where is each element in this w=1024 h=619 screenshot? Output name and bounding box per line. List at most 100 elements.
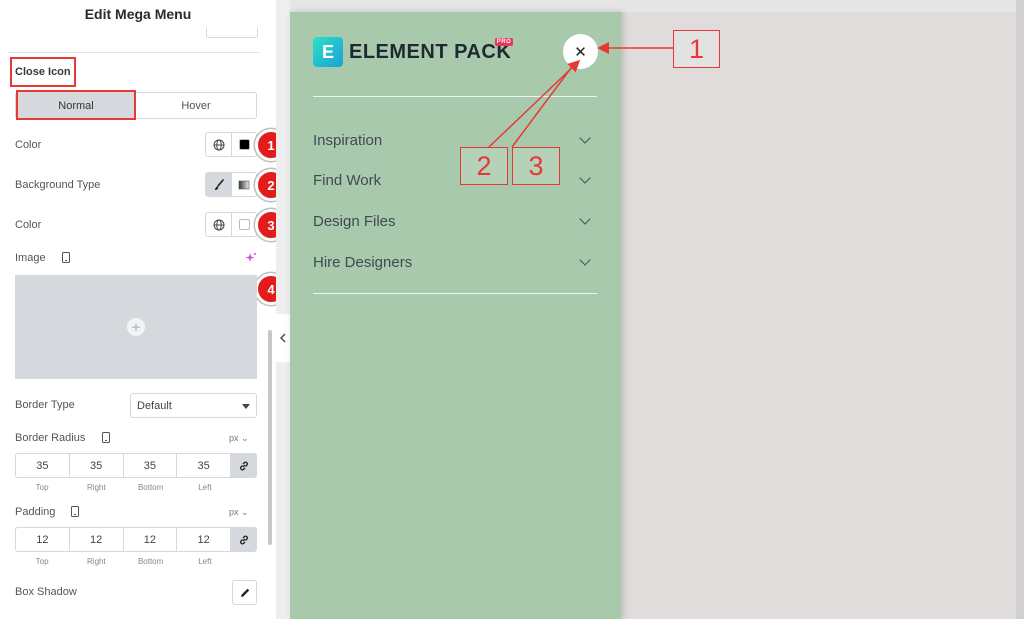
link-icon — [239, 535, 248, 544]
box-shadow-edit-button[interactable] — [232, 580, 257, 605]
image-label: Image — [15, 252, 46, 264]
annotation-box-3: 3 — [512, 147, 560, 185]
side-label-bottom: Bottom — [137, 483, 164, 492]
menu-item-hire-designers[interactable]: Hire Designers — [313, 250, 597, 274]
color-swatch-white — [238, 219, 250, 230]
state-tabs: Normal Hover — [15, 92, 257, 119]
color-control — [205, 132, 257, 157]
padding-inputs: 12 12 12 12 — [15, 527, 257, 552]
responsive-device-icon[interactable] — [70, 506, 80, 517]
canvas-gutter — [276, 0, 290, 619]
side-label-top: Top — [35, 557, 49, 566]
padding-unit-select[interactable]: px ⌄ — [229, 507, 249, 518]
menu-divider-top — [313, 96, 597, 97]
menu-item-label: Hire Designers — [313, 253, 413, 271]
canvas-scrollbar[interactable] — [1016, 0, 1024, 619]
border-radius-inputs: 35 35 35 35 — [15, 453, 257, 478]
logo-text: ELEMENT PACK — [349, 40, 512, 63]
section-heading-label: Close Icon — [15, 66, 71, 78]
tab-hover[interactable]: Hover — [136, 93, 256, 118]
padding-right-input[interactable]: 12 — [70, 528, 124, 551]
logo-wordmark: ELEMENT PACK PRO — [349, 37, 514, 64]
side-label-right: Right — [87, 557, 106, 566]
collapse-panel-button[interactable] — [276, 314, 290, 362]
close-button[interactable]: ✕ — [563, 34, 598, 69]
gradient-icon — [238, 180, 250, 189]
padding-side-labels: Top Right Bottom Left — [15, 557, 257, 566]
side-label-right: Right — [87, 483, 106, 492]
panel-title: Edit Mega Menu — [84, 6, 192, 22]
close-icon: ✕ — [574, 43, 587, 61]
canvas-top-bar — [276, 0, 1024, 12]
globe-icon — [213, 219, 224, 230]
icon-color-swatch-button[interactable] — [231, 133, 256, 156]
pencil-icon — [240, 588, 249, 597]
bg-type-gradient-button[interactable] — [231, 173, 256, 196]
menu-divider-bottom — [313, 293, 597, 294]
border-radius-unit-select[interactable]: px ⌄ — [229, 433, 249, 444]
page-canvas — [620, 12, 1024, 619]
brush-icon — [214, 178, 224, 190]
annotation-box-2: 2 — [460, 147, 508, 185]
border-type-label: Border Type — [15, 399, 75, 411]
side-label-left: Left — [198, 557, 212, 566]
responsive-device-icon[interactable] — [61, 252, 71, 263]
pro-badge: PRO — [494, 37, 514, 46]
background-type-control — [205, 172, 257, 197]
padding-label: Padding — [15, 506, 56, 518]
border-radius-right-input[interactable]: 35 — [70, 454, 124, 477]
color-label: Color — [15, 139, 42, 151]
mega-menu-offcanvas: E ELEMENT PACK PRO ✕ Inspiration Find Wo… — [290, 12, 621, 619]
background-type-label: Background Type — [15, 179, 101, 191]
ai-sparkle-icon[interactable] — [245, 252, 257, 264]
border-radius-label: Border Radius — [15, 432, 86, 444]
chevron-left-icon — [280, 333, 286, 343]
side-label-bottom: Bottom — [137, 557, 164, 566]
bg-color-swatch-button[interactable] — [231, 213, 256, 236]
annotation-box-1: 1 — [673, 30, 720, 68]
padding-unit: px — [229, 507, 239, 517]
side-label-top: Top — [35, 483, 49, 492]
section-heading-close-icon[interactable]: Close Icon — [10, 57, 76, 87]
logo[interactable]: E ELEMENT PACK PRO — [313, 37, 514, 67]
border-radius-bottom-input[interactable]: 35 — [124, 454, 178, 477]
padding-top-input[interactable]: 12 — [16, 528, 70, 551]
bg-color-label: Color — [15, 219, 42, 231]
bg-type-classic-button[interactable] — [206, 173, 231, 196]
border-type-value: Default — [137, 399, 172, 412]
panel-scrollbar[interactable] — [268, 330, 272, 545]
color-swatch-black — [238, 139, 250, 150]
link-values-button[interactable] — [231, 528, 256, 551]
border-radius-unit: px — [229, 433, 239, 443]
menu-item-label: Inspiration — [313, 131, 383, 149]
add-image-icon: + — [127, 318, 145, 336]
global-colors-button[interactable] — [206, 133, 231, 156]
image-upload-area[interactable]: + — [15, 275, 257, 379]
editor-panel: Edit Mega Menu Close Icon Normal Hover C… — [0, 0, 287, 619]
previous-control-edge — [206, 28, 258, 38]
menu-item-label: Design Files — [313, 212, 396, 230]
chevron-down-icon — [579, 254, 591, 266]
chevron-down-icon — [579, 132, 591, 144]
responsive-device-icon[interactable] — [101, 432, 111, 443]
chevron-down-icon — [579, 213, 591, 225]
menu-item-design-files[interactable]: Design Files — [313, 209, 597, 233]
border-radius-top-input[interactable]: 35 — [16, 454, 70, 477]
link-values-button[interactable] — [231, 454, 256, 477]
global-colors-button[interactable] — [206, 213, 231, 236]
caret-down-icon — [242, 404, 250, 409]
element-pack-logo-icon: E — [313, 37, 343, 67]
border-radius-left-input[interactable]: 35 — [177, 454, 231, 477]
divider — [8, 52, 260, 53]
box-shadow-label: Box Shadow — [15, 586, 77, 598]
side-label-left: Left — [198, 483, 212, 492]
chevron-down-icon — [579, 172, 591, 184]
bg-color-control — [205, 212, 257, 237]
padding-left-input[interactable]: 12 — [177, 528, 231, 551]
tab-normal[interactable]: Normal — [16, 93, 136, 118]
border-radius-side-labels: Top Right Bottom Left — [15, 483, 257, 492]
link-icon — [239, 461, 248, 470]
menu-item-label: Find Work — [313, 171, 382, 189]
border-type-select[interactable]: Default — [130, 393, 257, 418]
padding-bottom-input[interactable]: 12 — [124, 528, 178, 551]
